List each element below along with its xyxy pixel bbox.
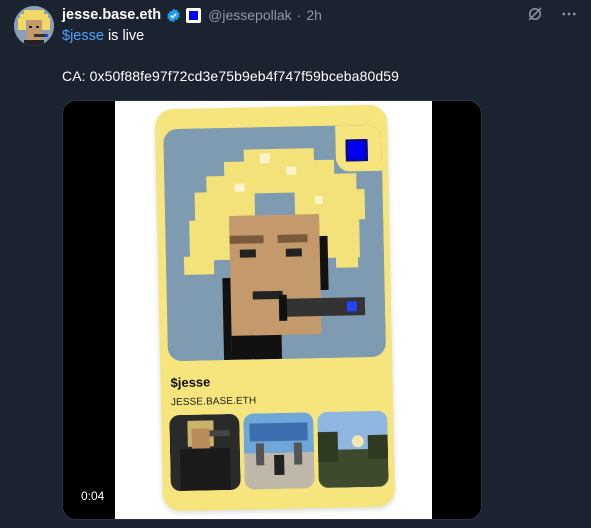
more-options-icon[interactable]: [559, 4, 579, 24]
post-header: jesse.base.eth @jessepollak · 2h: [62, 5, 322, 25]
thumbnail-2: [243, 412, 315, 490]
post-time[interactable]: 2h: [306, 7, 322, 23]
video-frame: $jesse JESSE.BASE.ETH: [115, 101, 432, 519]
thumbnail-3: [317, 410, 389, 489]
blue-square-icon: [345, 139, 368, 162]
post-text-rest: is live: [103, 28, 145, 44]
card-subtitle: JESSE.BASE.ETH: [170, 395, 257, 409]
card-name: $jesse: [170, 374, 211, 391]
avatar-image: [14, 6, 54, 46]
display-name[interactable]: jesse.base.eth: [62, 7, 161, 23]
blue-square-badge-icon: [186, 7, 202, 23]
thumbnail-row: [169, 410, 389, 496]
user-handle[interactable]: @jessepollak: [208, 7, 291, 23]
video-duration: 0:04: [75, 487, 111, 505]
separator: ·: [296, 7, 302, 23]
pixel-portrait: [163, 124, 387, 362]
post: jesse.base.eth @jessepollak · 2h $jesse …: [0, 0, 591, 528]
avatar[interactable]: [14, 6, 54, 46]
verified-check-icon: [166, 8, 181, 23]
post-actions: [525, 4, 579, 24]
video-player[interactable]: $jesse JESSE.BASE.ETH 0:04: [62, 100, 482, 520]
thumbnail-1: [169, 413, 241, 492]
post-text-line-1: $jesse is live: [62, 28, 144, 44]
cashtag-link[interactable]: $jesse: [62, 28, 104, 44]
contract-address-text: CA: 0x50f88fe97f72cd3e75b9eb4f747f59bceb…: [62, 68, 400, 84]
profile-card: $jesse JESSE.BASE.ETH: [154, 104, 396, 512]
grok-icon[interactable]: [525, 4, 545, 24]
